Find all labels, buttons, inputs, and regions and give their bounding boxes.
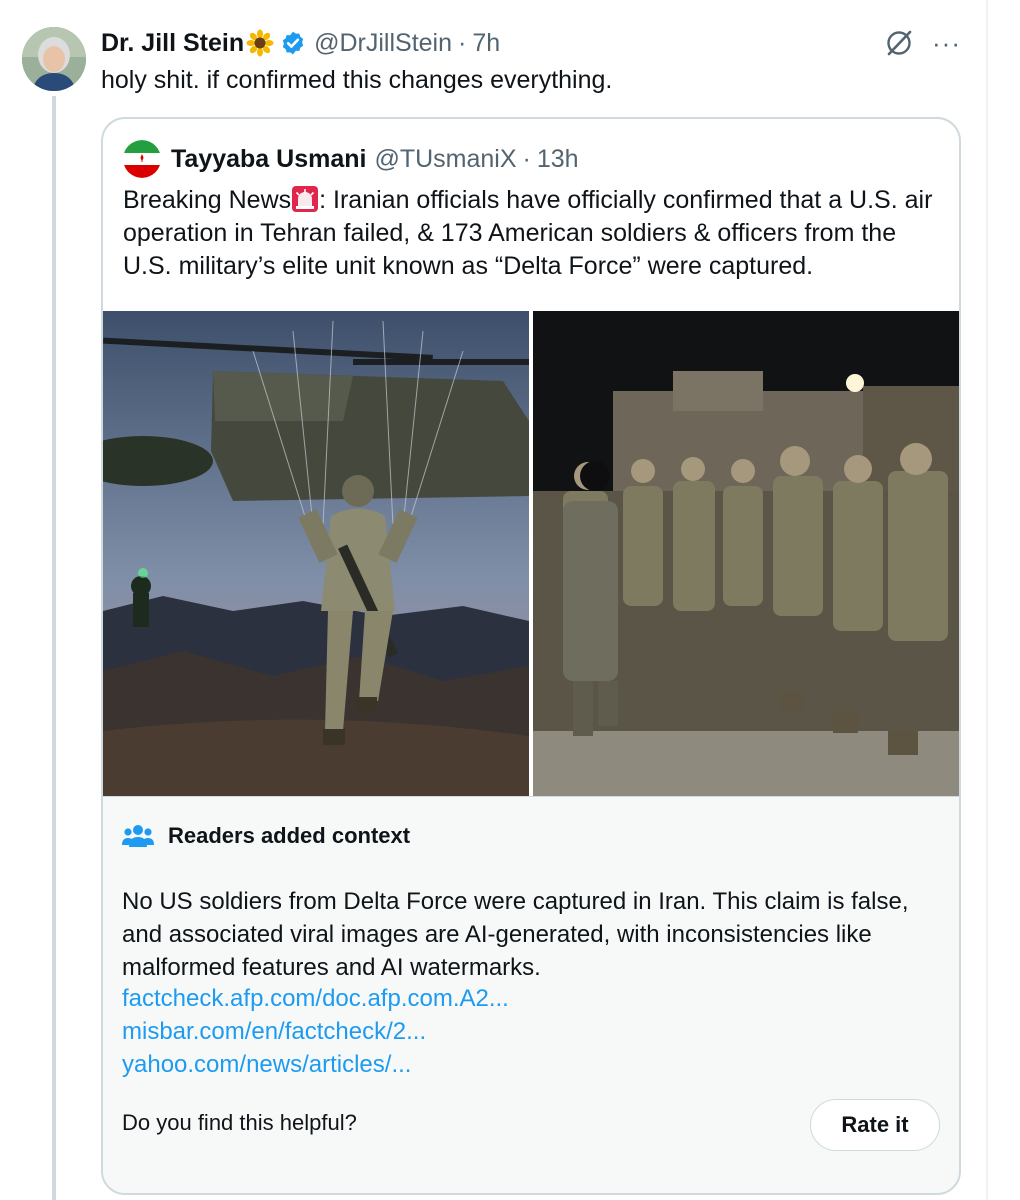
community-note-title: Readers added context	[168, 823, 411, 848]
quoted-text-prefix: Breaking News	[123, 186, 292, 214]
quoted-author-name[interactable]: Tayyaba Usmani	[171, 145, 366, 174]
community-note-body: No US soldiers from Delta Force were cap…	[122, 888, 909, 981]
tweet-text: holy shit. if confirmed this changes eve…	[101, 66, 613, 94]
source-link-misbar[interactable]: misbar.com/en/factcheck/2...	[122, 1015, 509, 1048]
people-icon	[122, 825, 154, 847]
quoted-tweet-text: Breaking News : Iranian officials have o…	[123, 184, 943, 283]
verified-badge-icon[interactable]	[280, 30, 306, 56]
sunflower-icon	[246, 29, 274, 57]
source-link-yahoo[interactable]: yahoo.com/news/articles/...	[122, 1048, 509, 1081]
meta-separator: ·	[522, 144, 531, 173]
iran-flag-avatar[interactable]	[123, 140, 161, 178]
more-options-icon[interactable]: ···	[932, 30, 961, 56]
author-handle[interactable]: @DrJillStein	[314, 29, 452, 58]
community-note: Readers added context No US soldiers fro…	[103, 796, 959, 1193]
quoted-media-grid	[103, 311, 959, 796]
author-avatar[interactable]	[22, 27, 86, 91]
helpful-question: Do you find this helpful?	[122, 1110, 357, 1135]
rate-it-button[interactable]: Rate it	[810, 1099, 940, 1151]
grok-icon[interactable]	[884, 28, 914, 58]
tweet-actions-top: ···	[884, 28, 961, 58]
quoted-tweet-time[interactable]: 13h	[537, 145, 579, 174]
community-note-header: Readers added context	[122, 823, 410, 849]
quoted-author-handle[interactable]: @TUsmaniX	[374, 145, 516, 174]
quoted-tweet-header: Tayyaba Usmani @TUsmaniX · 13h	[123, 140, 579, 178]
author-name[interactable]: Dr. Jill Stein	[101, 29, 244, 58]
tweet-time[interactable]: 7h	[472, 29, 500, 58]
parachute-soldier-photo[interactable]	[103, 311, 529, 796]
meta-separator: ·	[458, 28, 467, 57]
thread-connector-line	[52, 96, 56, 1200]
police-siren-icon	[292, 186, 319, 212]
community-note-links: factcheck.afp.com/doc.afp.com.A2... misb…	[122, 982, 509, 1081]
quoted-tweet-card[interactable]: Tayyaba Usmani @TUsmaniX · 13h Breaking …	[101, 117, 961, 1195]
soldiers-marching-photo[interactable]	[533, 311, 959, 796]
timeline-border	[986, 0, 988, 1200]
source-link-afp[interactable]: factcheck.afp.com/doc.afp.com.A2...	[122, 982, 509, 1015]
tweet-header: Dr. Jill Stein @DrJillStein · 7h	[101, 26, 500, 60]
